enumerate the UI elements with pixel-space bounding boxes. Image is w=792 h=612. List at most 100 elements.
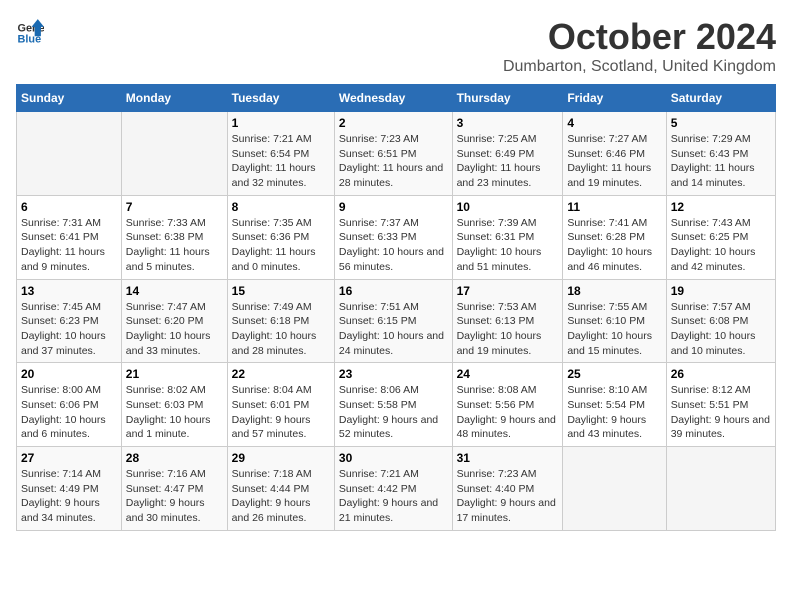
sunday-header: Sunday <box>17 85 122 112</box>
calendar-cell: 22 Sunrise: 8:04 AMSunset: 6:01 PMDaylig… <box>227 363 334 447</box>
day-info: Sunrise: 7:53 AMSunset: 6:13 PMDaylight:… <box>457 301 542 357</box>
day-info: Sunrise: 7:23 AMSunset: 6:51 PMDaylight:… <box>339 133 443 189</box>
day-number: 3 <box>457 116 559 130</box>
day-number: 11 <box>567 200 661 214</box>
calendar-cell: 8 Sunrise: 7:35 AMSunset: 6:36 PMDayligh… <box>227 195 334 279</box>
header: General Blue October 2024 Dumbarton, Sco… <box>16 16 776 76</box>
day-number: 15 <box>232 284 330 298</box>
calendar-table: Sunday Monday Tuesday Wednesday Thursday… <box>16 84 776 531</box>
day-number: 8 <box>232 200 330 214</box>
tuesday-header: Tuesday <box>227 85 334 112</box>
day-info: Sunrise: 8:00 AMSunset: 6:06 PMDaylight:… <box>21 384 106 440</box>
calendar-cell: 11 Sunrise: 7:41 AMSunset: 6:28 PMDaylig… <box>563 195 666 279</box>
calendar-cell: 27 Sunrise: 7:14 AMSunset: 4:49 PMDaylig… <box>17 447 122 531</box>
day-number: 5 <box>671 116 771 130</box>
day-info: Sunrise: 7:49 AMSunset: 6:18 PMDaylight:… <box>232 301 317 357</box>
calendar-cell: 12 Sunrise: 7:43 AMSunset: 6:25 PMDaylig… <box>666 195 775 279</box>
day-info: Sunrise: 7:35 AMSunset: 6:36 PMDaylight:… <box>232 217 316 273</box>
calendar-cell: 20 Sunrise: 8:00 AMSunset: 6:06 PMDaylig… <box>17 363 122 447</box>
day-info: Sunrise: 7:57 AMSunset: 6:08 PMDaylight:… <box>671 301 756 357</box>
day-number: 2 <box>339 116 448 130</box>
calendar-cell: 26 Sunrise: 8:12 AMSunset: 5:51 PMDaylig… <box>666 363 775 447</box>
day-number: 26 <box>671 367 771 381</box>
day-number: 31 <box>457 451 559 465</box>
day-number: 22 <box>232 367 330 381</box>
calendar-cell: 3 Sunrise: 7:25 AMSunset: 6:49 PMDayligh… <box>452 112 563 196</box>
calendar-cell <box>563 447 666 531</box>
calendar-cell: 7 Sunrise: 7:33 AMSunset: 6:38 PMDayligh… <box>121 195 227 279</box>
day-info: Sunrise: 7:37 AMSunset: 6:33 PMDaylight:… <box>339 217 444 273</box>
calendar-week-row: 13 Sunrise: 7:45 AMSunset: 6:23 PMDaylig… <box>17 279 776 363</box>
day-number: 23 <box>339 367 448 381</box>
calendar-week-row: 1 Sunrise: 7:21 AMSunset: 6:54 PMDayligh… <box>17 112 776 196</box>
calendar-cell <box>666 447 775 531</box>
day-number: 24 <box>457 367 559 381</box>
day-number: 28 <box>126 451 223 465</box>
calendar-body: 1 Sunrise: 7:21 AMSunset: 6:54 PMDayligh… <box>17 112 776 531</box>
day-number: 1 <box>232 116 330 130</box>
day-number: 14 <box>126 284 223 298</box>
day-number: 4 <box>567 116 661 130</box>
day-info: Sunrise: 7:23 AMSunset: 4:40 PMDaylight:… <box>457 468 556 524</box>
day-number: 7 <box>126 200 223 214</box>
day-info: Sunrise: 7:45 AMSunset: 6:23 PMDaylight:… <box>21 301 106 357</box>
calendar-cell: 17 Sunrise: 7:53 AMSunset: 6:13 PMDaylig… <box>452 279 563 363</box>
calendar-cell: 31 Sunrise: 7:23 AMSunset: 4:40 PMDaylig… <box>452 447 563 531</box>
day-info: Sunrise: 8:08 AMSunset: 5:56 PMDaylight:… <box>457 384 556 440</box>
thursday-header: Thursday <box>452 85 563 112</box>
day-info: Sunrise: 7:41 AMSunset: 6:28 PMDaylight:… <box>567 217 652 273</box>
day-info: Sunrise: 7:27 AMSunset: 6:46 PMDaylight:… <box>567 133 651 189</box>
calendar-cell: 4 Sunrise: 7:27 AMSunset: 6:46 PMDayligh… <box>563 112 666 196</box>
calendar-cell: 16 Sunrise: 7:51 AMSunset: 6:15 PMDaylig… <box>334 279 452 363</box>
calendar-header: Sunday Monday Tuesday Wednesday Thursday… <box>17 85 776 112</box>
calendar-cell: 29 Sunrise: 7:18 AMSunset: 4:44 PMDaylig… <box>227 447 334 531</box>
monday-header: Monday <box>121 85 227 112</box>
day-info: Sunrise: 7:18 AMSunset: 4:44 PMDaylight:… <box>232 468 312 524</box>
day-info: Sunrise: 7:29 AMSunset: 6:43 PMDaylight:… <box>671 133 755 189</box>
day-info: Sunrise: 7:31 AMSunset: 6:41 PMDaylight:… <box>21 217 105 273</box>
day-info: Sunrise: 8:12 AMSunset: 5:51 PMDaylight:… <box>671 384 770 440</box>
calendar-cell: 23 Sunrise: 8:06 AMSunset: 5:58 PMDaylig… <box>334 363 452 447</box>
day-info: Sunrise: 8:10 AMSunset: 5:54 PMDaylight:… <box>567 384 647 440</box>
logo-icon: General Blue <box>16 16 44 44</box>
calendar-cell: 1 Sunrise: 7:21 AMSunset: 6:54 PMDayligh… <box>227 112 334 196</box>
weekday-row: Sunday Monday Tuesday Wednesday Thursday… <box>17 85 776 112</box>
day-number: 19 <box>671 284 771 298</box>
day-info: Sunrise: 7:47 AMSunset: 6:20 PMDaylight:… <box>126 301 211 357</box>
day-info: Sunrise: 7:25 AMSunset: 6:49 PMDaylight:… <box>457 133 541 189</box>
calendar-cell: 2 Sunrise: 7:23 AMSunset: 6:51 PMDayligh… <box>334 112 452 196</box>
day-info: Sunrise: 8:04 AMSunset: 6:01 PMDaylight:… <box>232 384 312 440</box>
day-info: Sunrise: 7:21 AMSunset: 4:42 PMDaylight:… <box>339 468 438 524</box>
day-info: Sunrise: 7:43 AMSunset: 6:25 PMDaylight:… <box>671 217 756 273</box>
calendar-cell <box>17 112 122 196</box>
calendar-cell: 10 Sunrise: 7:39 AMSunset: 6:31 PMDaylig… <box>452 195 563 279</box>
main-title: October 2024 <box>503 16 776 58</box>
day-info: Sunrise: 7:51 AMSunset: 6:15 PMDaylight:… <box>339 301 444 357</box>
calendar-cell: 14 Sunrise: 7:47 AMSunset: 6:20 PMDaylig… <box>121 279 227 363</box>
calendar-cell: 9 Sunrise: 7:37 AMSunset: 6:33 PMDayligh… <box>334 195 452 279</box>
day-number: 29 <box>232 451 330 465</box>
calendar-cell: 19 Sunrise: 7:57 AMSunset: 6:08 PMDaylig… <box>666 279 775 363</box>
day-info: Sunrise: 7:14 AMSunset: 4:49 PMDaylight:… <box>21 468 101 524</box>
calendar-week-row: 27 Sunrise: 7:14 AMSunset: 4:49 PMDaylig… <box>17 447 776 531</box>
day-info: Sunrise: 8:02 AMSunset: 6:03 PMDaylight:… <box>126 384 211 440</box>
day-number: 30 <box>339 451 448 465</box>
day-info: Sunrise: 8:06 AMSunset: 5:58 PMDaylight:… <box>339 384 438 440</box>
calendar-cell <box>121 112 227 196</box>
calendar-cell: 5 Sunrise: 7:29 AMSunset: 6:43 PMDayligh… <box>666 112 775 196</box>
day-info: Sunrise: 7:16 AMSunset: 4:47 PMDaylight:… <box>126 468 206 524</box>
calendar-cell: 21 Sunrise: 8:02 AMSunset: 6:03 PMDaylig… <box>121 363 227 447</box>
calendar-cell: 6 Sunrise: 7:31 AMSunset: 6:41 PMDayligh… <box>17 195 122 279</box>
calendar-week-row: 20 Sunrise: 8:00 AMSunset: 6:06 PMDaylig… <box>17 363 776 447</box>
saturday-header: Saturday <box>666 85 775 112</box>
day-info: Sunrise: 7:39 AMSunset: 6:31 PMDaylight:… <box>457 217 542 273</box>
day-number: 21 <box>126 367 223 381</box>
friday-header: Friday <box>563 85 666 112</box>
calendar-week-row: 6 Sunrise: 7:31 AMSunset: 6:41 PMDayligh… <box>17 195 776 279</box>
day-number: 25 <box>567 367 661 381</box>
day-number: 27 <box>21 451 117 465</box>
subtitle: Dumbarton, Scotland, United Kingdom <box>503 58 776 76</box>
day-number: 12 <box>671 200 771 214</box>
day-info: Sunrise: 7:21 AMSunset: 6:54 PMDaylight:… <box>232 133 316 189</box>
day-info: Sunrise: 7:33 AMSunset: 6:38 PMDaylight:… <box>126 217 210 273</box>
